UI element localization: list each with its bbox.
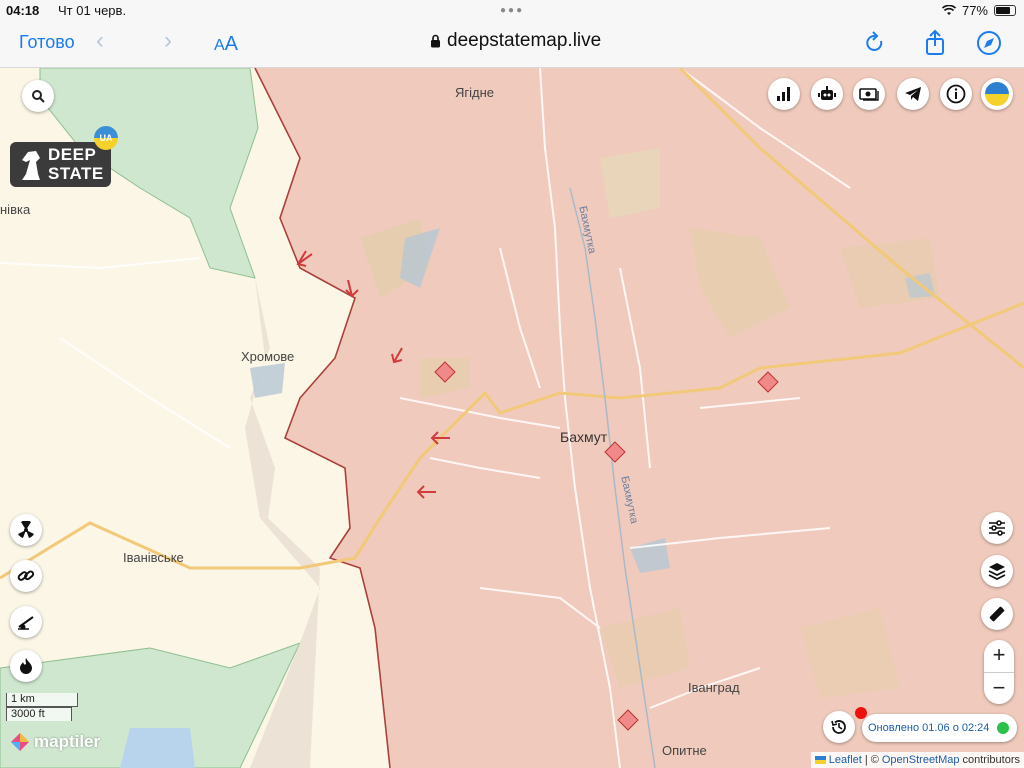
- search-button[interactable]: [22, 80, 54, 112]
- attribution-sep: | ©: [864, 754, 879, 766]
- logo-line1: DEEP: [48, 145, 97, 164]
- zoom-control: + −: [984, 640, 1014, 704]
- updated-text: Оновлено 01.06 о 02:24: [868, 722, 990, 734]
- layers-icon: [988, 563, 1006, 580]
- zoom-in-button[interactable]: +: [984, 640, 1014, 672]
- sliders-icon: [989, 520, 1005, 536]
- info-icon: [946, 84, 966, 104]
- ruler-icon: [989, 606, 1005, 622]
- ukraine-flag-mini-icon: [814, 756, 826, 764]
- ua-badge: UA: [94, 126, 118, 150]
- place-yahidne: Ягідне: [455, 85, 495, 100]
- osm-link[interactable]: OpenStreetMap: [882, 754, 960, 766]
- artillery-icon: [18, 616, 34, 630]
- status-dot: [997, 722, 1010, 734]
- scale-imperial: 3000 ft: [6, 707, 72, 721]
- url-text: deepstatemap.live: [447, 30, 602, 51]
- compass-icon[interactable]: [975, 29, 1003, 57]
- money-icon: [859, 88, 879, 101]
- measure-button[interactable]: [981, 598, 1013, 630]
- text-size-button[interactable]: AA: [214, 33, 238, 56]
- wifi-icon: [941, 5, 956, 15]
- zoom-out-button[interactable]: −: [984, 672, 1014, 704]
- text-size-big: A: [224, 33, 239, 55]
- done-button[interactable]: Готово: [19, 32, 75, 53]
- maptiler-logo[interactable]: maptiler: [10, 732, 100, 752]
- artillery-layer-button[interactable]: [10, 606, 42, 638]
- history-button[interactable]: [823, 711, 855, 743]
- telegram-icon: [905, 87, 921, 101]
- place-ivanivske: Іванівське: [123, 550, 184, 565]
- lock-icon: [431, 34, 440, 48]
- bar-chart-icon: [777, 87, 790, 101]
- place-bakhmut: Бахмут: [560, 429, 608, 445]
- fire-icon: [20, 658, 32, 674]
- language-button[interactable]: [981, 78, 1013, 110]
- nuclear-layer-button[interactable]: [10, 514, 42, 546]
- forward-chevron-icon[interactable]: ›: [164, 27, 172, 55]
- status-right: 77%: [941, 3, 1016, 18]
- deepstate-logo[interactable]: DEEP STATE: [10, 142, 111, 187]
- scale-bar: 1 km 3000 ft: [6, 693, 78, 721]
- updated-badge[interactable]: Оновлено 01.06 о 02:24: [862, 714, 1018, 742]
- statistics-button[interactable]: [768, 78, 800, 110]
- maptiler-text: maptiler: [34, 732, 101, 751]
- place-khromove: Хромове: [241, 349, 295, 364]
- battery-percent: 77%: [961, 3, 988, 18]
- battery-icon: [994, 5, 1016, 16]
- text-size-small: A: [214, 37, 225, 54]
- filters-button[interactable]: [981, 512, 1013, 544]
- place-ivanhrad: Іванград: [688, 680, 740, 695]
- map-tiles: [0, 68, 1024, 768]
- reload-icon[interactable]: [861, 29, 889, 57]
- fires-layer-button[interactable]: [10, 650, 42, 682]
- status-time: 04:18: [6, 3, 40, 18]
- history-icon: [831, 720, 846, 734]
- info-button[interactable]: [940, 78, 972, 110]
- browser-toolbar: Готово ‹ › AA deepstatemap.live: [0, 22, 1024, 68]
- robot-icon: [818, 86, 836, 100]
- link-layer-button[interactable]: [10, 560, 42, 592]
- share-icon[interactable]: [921, 29, 949, 57]
- status-date: Чт 01 черв.: [58, 3, 127, 18]
- layers-button[interactable]: [981, 555, 1013, 587]
- donate-button[interactable]: [853, 78, 885, 110]
- attribution: Leaflet | © OpenStreetMap contributors: [810, 752, 1024, 768]
- bot-button[interactable]: [811, 78, 843, 110]
- scale-metric: 1 km: [6, 693, 78, 707]
- leaflet-link[interactable]: Leaflet: [829, 754, 862, 766]
- link-icon: [17, 570, 35, 581]
- maptiler-icon: [11, 733, 29, 751]
- radiation-icon: [18, 521, 34, 538]
- multitask-dots-icon[interactable]: ●●●: [500, 5, 524, 16]
- knight-icon: [22, 151, 40, 180]
- place-edge-label: нівка: [0, 202, 31, 217]
- screen: 04:18 Чт 01 черв. ●●● 77% Готово ‹ › AA …: [0, 0, 1024, 768]
- attribution-suffix: contributors: [962, 754, 1020, 766]
- logo-line2: STATE: [48, 164, 104, 183]
- telegram-button[interactable]: [897, 78, 929, 110]
- back-chevron-icon[interactable]: ‹: [96, 27, 104, 55]
- ukraine-flag-icon: [985, 82, 1009, 106]
- status-bar: 04:18 Чт 01 черв. ●●● 77%: [0, 0, 1024, 22]
- address-bar[interactable]: deepstatemap.live: [430, 30, 601, 52]
- place-opytne: Опитне: [662, 743, 707, 758]
- search-icon: [32, 90, 45, 103]
- map-view[interactable]: Ягідне Хромове Бахмут Іванівське Івангра…: [0, 68, 1024, 768]
